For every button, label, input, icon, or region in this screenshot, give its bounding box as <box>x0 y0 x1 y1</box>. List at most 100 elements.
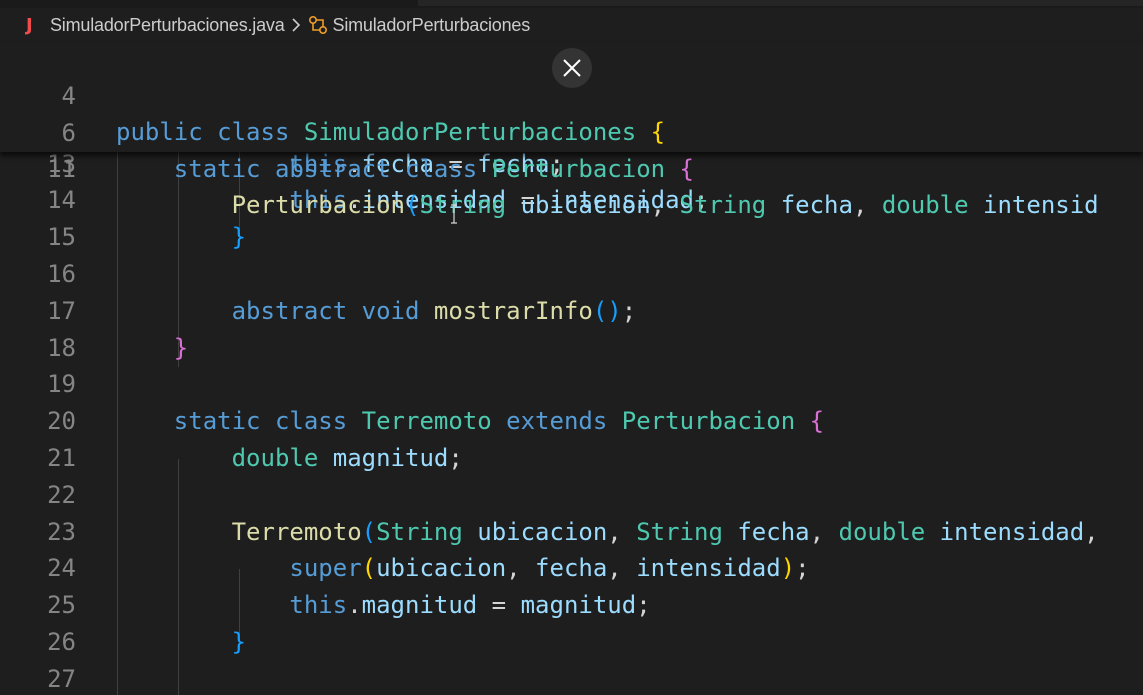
code-token: fecha <box>780 191 853 219</box>
code-token: () <box>592 297 622 325</box>
code-text: } <box>116 219 246 255</box>
code-token: , <box>607 554 637 582</box>
code-text: Perturbacion(String ubicacion, String fe… <box>116 187 1099 223</box>
tab-bar-accent <box>418 0 1143 6</box>
code-line[interactable]: 27 <box>0 661 1143 695</box>
line-number: 26 <box>47 628 76 656</box>
breadcrumb: J SimuladorPerturbaciones.java Simulador… <box>0 8 1143 42</box>
code-token: String <box>679 191 767 219</box>
code-token: super <box>289 554 362 582</box>
code-line[interactable]: 16 <box>0 256 1143 292</box>
code-token: extends <box>506 407 608 435</box>
code-line[interactable]: 17 abstract void mostrarInfo(); <box>0 293 1143 329</box>
line-number: 20 <box>47 407 76 435</box>
chevron-right-icon <box>291 18 301 32</box>
code-token: intensidad <box>939 518 1085 546</box>
code-token: ( <box>361 518 377 546</box>
class-symbol-icon <box>307 15 329 35</box>
line-number: 19 <box>47 370 76 398</box>
code-text: Terremoto(String ubicacion, String fecha… <box>116 514 1099 550</box>
code-line[interactable]: 23 Terremoto(String ubicacion, String fe… <box>0 514 1143 550</box>
code-token: { <box>809 407 825 435</box>
code-token: = <box>477 591 521 619</box>
code-line[interactable]: 15 } <box>0 219 1143 255</box>
code-token: fecha <box>737 518 810 546</box>
code-token: Perturbacion <box>491 155 666 183</box>
code-token: . <box>347 591 362 619</box>
line-number: 23 <box>47 518 76 546</box>
code-text: double magnitud; <box>116 440 463 476</box>
code-token: magnitud <box>332 444 449 472</box>
code-token: String <box>376 518 463 546</box>
code-line[interactable]: 20 static class Terremoto extends Pertur… <box>0 403 1143 439</box>
code-text: } <box>116 330 188 366</box>
code-text: } <box>116 624 246 660</box>
code-token: ubicacion <box>477 518 608 546</box>
code-text: static abstract class Perturbacion { <box>116 151 694 187</box>
code-token: abstract <box>274 155 391 183</box>
code-line[interactable]: 18 } <box>0 330 1143 366</box>
code-token: ubicacion <box>376 554 507 582</box>
code-token: magnitud <box>361 591 478 619</box>
code-token: ( <box>404 191 420 219</box>
code-token: static <box>173 407 261 435</box>
close-button[interactable] <box>552 48 592 88</box>
code-token: this <box>289 591 348 619</box>
line-number: 21 <box>47 444 76 472</box>
code-token: double <box>881 191 969 219</box>
code-editor[interactable]: J SimuladorPerturbaciones.java Simulador… <box>0 0 1143 695</box>
code-token: String <box>419 191 507 219</box>
code-line[interactable]: 25 this.magnitud = magnitud; <box>0 587 1143 623</box>
code-line[interactable]: 26 } <box>0 624 1143 660</box>
code-line[interactable]: 24 super(ubicacion, fecha, intensidad); <box>0 550 1143 586</box>
line-number: 24 <box>47 554 76 582</box>
close-icon <box>563 59 581 77</box>
code-text: this.magnitud = magnitud; <box>116 587 651 623</box>
code-line[interactable]: 19 <box>0 366 1143 402</box>
code-token: ubicacion <box>520 191 651 219</box>
code-line[interactable]: 22 <box>0 477 1143 513</box>
code-token: ; <box>795 554 810 582</box>
code-token: static <box>173 155 261 183</box>
line-number: 22 <box>47 481 76 509</box>
code-line[interactable]: 21 double magnitud; <box>0 440 1143 476</box>
code-token: intensidad <box>636 554 781 582</box>
breadcrumb-file[interactable]: SimuladorPerturbaciones.java <box>50 15 285 36</box>
code-token: } <box>173 334 189 362</box>
code-token: , <box>809 518 839 546</box>
code-token: abstract <box>231 297 348 325</box>
code-text: abstract void mostrarInfo(); <box>116 293 637 329</box>
code-token: , <box>506 554 536 582</box>
line-number: 17 <box>47 297 76 325</box>
code-token: fecha <box>535 554 608 582</box>
code-token: ; <box>448 444 463 472</box>
code-token: ; <box>636 591 651 619</box>
line-number: 16 <box>47 260 76 288</box>
sticky-line[interactable]: 11 Perturbacion(String ubicacion, String… <box>0 115 1143 219</box>
code-text: static class Terremoto extends Perturbac… <box>116 403 824 439</box>
breadcrumb-symbol[interactable]: SimuladorPerturbaciones <box>333 15 531 36</box>
code-token: intensid <box>983 191 1099 219</box>
code-token: , <box>607 518 637 546</box>
code-token: , <box>852 191 882 219</box>
